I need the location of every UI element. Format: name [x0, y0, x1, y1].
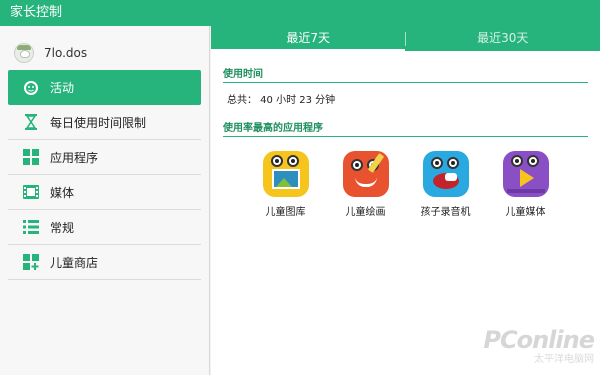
- usage-section: 使用时间 总共： 40 小时 23 分钟 使用率最高的应用程序: [211, 51, 600, 137]
- app-title-bar: 家长控制: [0, 0, 600, 26]
- face-icon: [22, 79, 40, 97]
- tab-last-30-days[interactable]: 最近30天: [406, 26, 600, 51]
- apps-grid-icon: [22, 148, 40, 166]
- usage-title: 使用时间: [223, 51, 588, 83]
- app-item-kids-gallery[interactable]: 儿童图库: [257, 151, 315, 218]
- drawing-app-icon: [342, 151, 389, 197]
- sidebar-item-label: 常规: [50, 220, 75, 235]
- film-icon: [22, 183, 40, 201]
- list-icon: [22, 218, 40, 236]
- sidebar: 7lo.dos 活动 每日使用时间限制 应用程序 媒体 常规 儿童商店: [0, 26, 210, 375]
- watermark: PConline 太平洋电脑网: [483, 326, 595, 365]
- sidebar-item-media[interactable]: 媒体: [8, 175, 201, 210]
- hourglass-icon: [22, 113, 40, 131]
- app-name: 孩子录音机: [420, 207, 471, 218]
- gallery-app-icon: [262, 151, 309, 197]
- top-apps-list: 儿童图库 儿童绘画 孩子录音机 儿童媒体: [211, 151, 600, 218]
- app-name: 儿童图库: [265, 207, 306, 218]
- tab-last-7-days[interactable]: 最近7天: [211, 26, 406, 51]
- media-app-icon: [502, 151, 549, 197]
- tab-divider: [405, 32, 406, 46]
- profile-header[interactable]: 7lo.dos: [0, 36, 209, 70]
- sidebar-item-general[interactable]: 常规: [8, 210, 201, 245]
- sidebar-item-label: 每日使用时间限制: [50, 115, 147, 130]
- sidebar-item-label: 儿童商店: [50, 255, 99, 270]
- app-item-kids-recorder[interactable]: 孩子录音机: [417, 151, 475, 218]
- profile-name: 7lo.dos: [44, 46, 88, 60]
- sidebar-item-kids-store[interactable]: 儿童商店: [8, 245, 201, 280]
- sidebar-item-activity[interactable]: 活动: [8, 70, 201, 105]
- sidebar-item-label: 媒体: [50, 185, 75, 200]
- usage-total: 总共： 40 小时 23 分钟: [227, 95, 336, 106]
- app-title: 家长控制: [10, 5, 63, 20]
- app-item-kids-drawing[interactable]: 儿童绘画: [337, 151, 395, 218]
- store-grid-plus-icon: [22, 253, 40, 271]
- avatar: [14, 43, 34, 63]
- sidebar-item-apps[interactable]: 应用程序: [8, 140, 201, 175]
- tab-active-indicator: [211, 49, 405, 51]
- app-name: 儿童绘画: [345, 207, 386, 218]
- app-item-kids-media[interactable]: 儿童媒体: [497, 151, 555, 218]
- tab-bar: 最近7天 最近30天: [211, 26, 600, 51]
- sidebar-item-label: 活动: [50, 81, 75, 95]
- sidebar-item-label: 应用程序: [50, 150, 99, 165]
- app-name: 儿童媒体: [505, 207, 546, 218]
- main-panel: 最近7天 最近30天 使用时间 总共： 40 小时 23 分钟 使用率最高的应用…: [211, 26, 600, 375]
- recorder-app-icon: [422, 151, 469, 197]
- sidebar-item-daily-limit[interactable]: 每日使用时间限制: [8, 105, 201, 140]
- top-apps-title: 使用率最高的应用程序: [223, 119, 588, 137]
